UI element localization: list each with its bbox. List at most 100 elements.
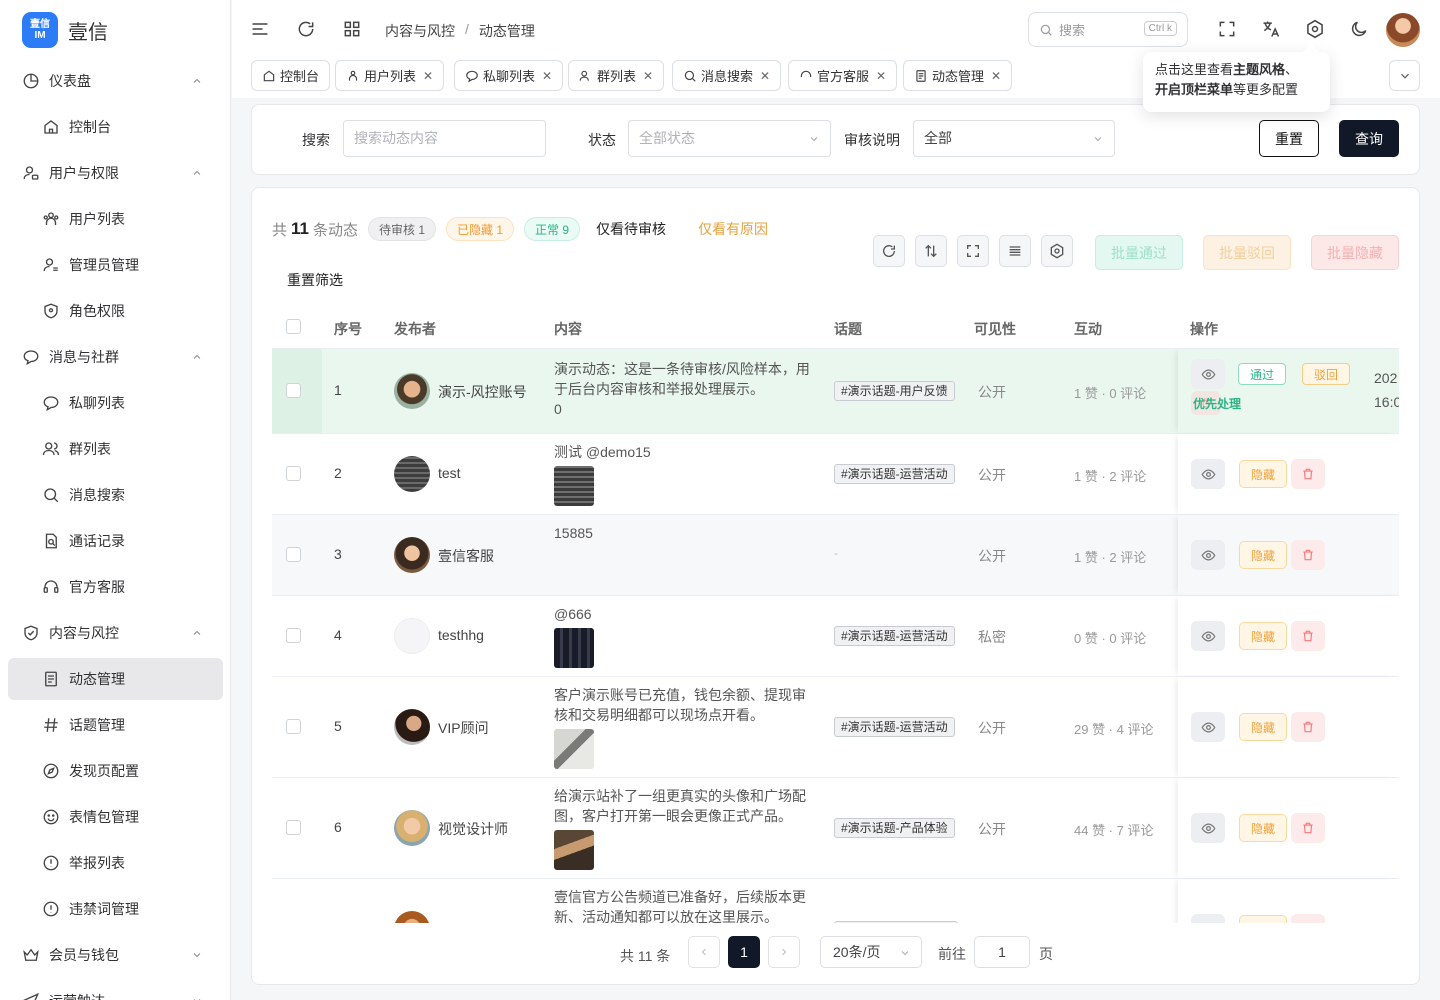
row-checkbox[interactable] — [286, 547, 301, 562]
sidebar-group-content[interactable]: 内容与风控 — [0, 610, 230, 656]
reject-button[interactable]: 驳回 — [1302, 363, 1350, 385]
sidebar-item-roles[interactable]: 角色权限 — [0, 288, 230, 334]
hide-button[interactable]: 隐藏 — [1239, 713, 1287, 741]
only-reason-link[interactable]: 仅看有原因 — [698, 219, 768, 239]
goto-page-input[interactable]: 1 — [974, 936, 1030, 968]
row-checkbox[interactable] — [286, 383, 301, 398]
close-icon[interactable]: ✕ — [760, 69, 770, 83]
hide-button[interactable]: 隐藏 — [1239, 814, 1287, 842]
view-button[interactable] — [1191, 540, 1225, 570]
moment-image[interactable] — [554, 830, 594, 870]
sidebar-group-messages[interactable]: 消息与社群 — [0, 334, 230, 380]
delete-button[interactable] — [1291, 914, 1325, 923]
prev-page-button[interactable] — [688, 936, 720, 968]
tab-groups[interactable]: 群列表 ✕ — [568, 60, 665, 91]
moment-image[interactable] — [554, 628, 594, 668]
close-icon[interactable]: ✕ — [876, 69, 886, 83]
delete-button[interactable] — [1291, 813, 1325, 843]
page-size-select[interactable]: 20条/页 — [820, 936, 922, 968]
table-row[interactable]: 3 壹信客服 15885 - 公开 1 赞 · 2 评论 隐藏 — [272, 514, 1399, 595]
batch-approve-button[interactable]: 批量通过 — [1095, 235, 1183, 270]
table-row[interactable]: 5 VIP顾问 客户演示账号已充值，钱包余额、提现审核和交易明细都可以现场点开看… — [272, 676, 1399, 777]
fullscreen-icon[interactable] — [1217, 19, 1237, 39]
table-sort-button[interactable] — [915, 235, 947, 267]
moment-search-input[interactable]: 搜索动态内容 — [343, 120, 546, 157]
tab-user-list[interactable]: 用户列表 ✕ — [335, 60, 445, 91]
close-icon[interactable]: ✕ — [423, 69, 433, 83]
sidebar-item-forbidden-words[interactable]: 违禁词管理 — [0, 886, 230, 932]
table-density-button[interactable] — [999, 235, 1031, 267]
tab-message-search[interactable]: 消息搜索 ✕ — [672, 60, 782, 91]
close-icon[interactable]: ✕ — [991, 69, 1001, 83]
hidden-chip[interactable]: 已隐藏 1 — [446, 217, 515, 241]
reset-filter-link[interactable]: 重置筛选 — [287, 270, 343, 290]
tab-official-service[interactable]: 官方客服 ✕ — [788, 60, 898, 91]
sidebar-group-users[interactable]: 用户与权限 — [0, 150, 230, 196]
translate-icon[interactable] — [1261, 19, 1281, 39]
user-avatar[interactable] — [1386, 13, 1420, 47]
breadcrumb-item[interactable]: 内容与风控 — [385, 21, 455, 41]
close-icon[interactable]: ✕ — [643, 69, 653, 83]
audit-select[interactable]: 全部 — [913, 120, 1115, 157]
sidebar-group-dashboard[interactable]: 仪表盘 — [0, 58, 230, 104]
pending-chip[interactable]: 待审核 1 — [368, 217, 437, 241]
delete-button[interactable] — [1291, 540, 1325, 570]
moment-image[interactable] — [554, 466, 594, 506]
select-all-checkbox[interactable] — [286, 319, 301, 334]
settings-hexagon-icon[interactable] — [1305, 19, 1325, 39]
sidebar-item-private-chat[interactable]: 私聊列表 — [0, 380, 230, 426]
publisher-name[interactable]: test — [438, 465, 461, 481]
table-refresh-button[interactable] — [873, 235, 905, 267]
table-row[interactable]: 6 视觉设计师 给演示站补了一组更真实的头像和广场配图，客户打开第一眼会更像正式… — [272, 777, 1399, 878]
publisher-name[interactable]: 壹信客服 — [438, 546, 494, 566]
tab-console[interactable]: 控制台 — [251, 60, 331, 91]
current-page[interactable]: 1 — [728, 936, 760, 968]
hide-button[interactable]: 隐藏 — [1239, 541, 1287, 569]
delete-button[interactable] — [1291, 621, 1325, 651]
brand[interactable]: 壹信 IM 壹信 — [22, 12, 108, 48]
view-button[interactable] — [1191, 621, 1225, 651]
table-row[interactable]: 1 演示-风控账号 演示动态：这是一条待审核/风险样本，用于后台内容审核和举报处… — [272, 348, 1399, 434]
status-select[interactable]: 全部状态 — [628, 120, 831, 157]
hide-button[interactable]: 隐藏 — [1239, 622, 1287, 650]
publisher-name[interactable]: VIP顾问 — [438, 718, 489, 738]
reset-button[interactable]: 重置 — [1259, 120, 1319, 157]
sidebar-item-groups[interactable]: 群列表 — [0, 426, 230, 472]
delete-button[interactable] — [1291, 459, 1325, 489]
table-settings-button[interactable] — [1041, 235, 1073, 267]
menu-toggle-icon[interactable] — [250, 19, 270, 39]
sidebar-item-message-search[interactable]: 消息搜索 — [0, 472, 230, 518]
sidebar-item-reports[interactable]: 举报列表 — [0, 840, 230, 886]
table-row[interactable]: 2 test 测试 @demo15 #演示话题-运营活动 公开 1 赞 · 2 … — [272, 433, 1399, 514]
publisher-name[interactable]: 演示-风控账号 — [438, 382, 527, 402]
table-row[interactable]: 壹信官方公告频道已准备好，后续版本更新、活动通知都可以放在这里展示。 — [272, 878, 1399, 923]
normal-chip[interactable]: 正常 9 — [524, 217, 581, 241]
batch-hide-button[interactable]: 批量隐藏 — [1311, 235, 1399, 270]
grid-icon[interactable] — [342, 19, 362, 39]
sidebar-item-console[interactable]: 控制台 — [0, 104, 230, 150]
hide-button[interactable]: 隐藏 — [1239, 460, 1287, 488]
next-page-button[interactable] — [768, 936, 800, 968]
sidebar-item-moments[interactable]: 动态管理 — [8, 658, 223, 700]
sidebar-item-stickers[interactable]: 表情包管理 — [0, 794, 230, 840]
row-checkbox[interactable] — [286, 628, 301, 643]
view-button[interactable] — [1191, 813, 1225, 843]
tab-moments[interactable]: 动态管理 ✕ — [903, 60, 1013, 91]
view-button[interactable] — [1191, 712, 1225, 742]
moon-icon[interactable] — [1349, 19, 1369, 39]
tab-private-chat[interactable]: 私聊列表 ✕ — [454, 60, 564, 91]
sidebar-group-wallet[interactable]: 会员与钱包 — [0, 932, 230, 978]
sidebar-item-admin[interactable]: 管理员管理 — [0, 242, 230, 288]
publisher-name[interactable]: 视觉设计师 — [438, 819, 508, 839]
view-button[interactable] — [1191, 459, 1225, 489]
table-fullscreen-button[interactable] — [957, 235, 989, 267]
view-button[interactable] — [1191, 914, 1225, 923]
publisher-name[interactable]: testhhg — [438, 627, 484, 643]
row-checkbox[interactable] — [286, 820, 301, 835]
sidebar-item-discover[interactable]: 发现页配置 — [0, 748, 230, 794]
sidebar-item-topics[interactable]: 话题管理 — [0, 702, 230, 748]
approve-button[interactable]: 通过 — [1238, 363, 1286, 385]
sidebar-item-user-list[interactable]: 用户列表 — [0, 196, 230, 242]
query-button[interactable]: 查询 — [1339, 120, 1399, 157]
only-pending-link[interactable]: 仅看待审核 — [596, 219, 666, 239]
